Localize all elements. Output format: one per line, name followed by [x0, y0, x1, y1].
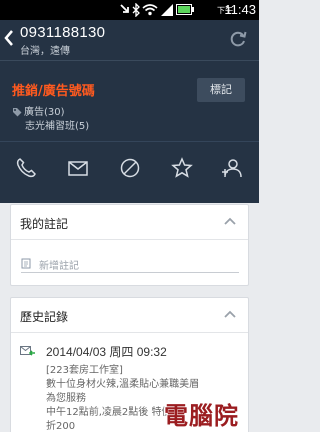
- message-icon[interactable]: [67, 157, 89, 179]
- mark-button[interactable]: 標記: [197, 78, 245, 102]
- battery-icon: [176, 4, 194, 15]
- notes-card-divider: [11, 239, 248, 240]
- bluetooth-icon: [132, 3, 140, 17]
- history-card-divider: [11, 332, 248, 333]
- history-date: 2014/04/03 周四 09:32: [46, 345, 167, 359]
- tag-main: 廣告(30): [12, 103, 65, 118]
- tag-icon: [13, 108, 22, 117]
- notes-card: 我的註記 新增註記: [10, 204, 249, 286]
- tag-sub-label: 志光補習班(5): [25, 121, 90, 132]
- history-line: 折200: [46, 421, 76, 432]
- missed-call-icon: [120, 4, 129, 13]
- actions-divider: [0, 141, 259, 142]
- history-line: 為您服務: [46, 393, 86, 404]
- history-line: 數十位身材火辣,溫柔貼心兼職美眉: [46, 379, 200, 390]
- history-card-title: 歷史記錄: [20, 310, 69, 324]
- phone-number: 0931188130: [20, 24, 106, 41]
- status-bar: 下午 11:43: [0, 0, 259, 20]
- note-input[interactable]: 新增註記: [21, 255, 239, 273]
- refresh-icon[interactable]: [229, 30, 247, 48]
- pencil-icon: [21, 258, 31, 269]
- clock: 11:43: [224, 2, 256, 17]
- header-divider: [0, 60, 259, 61]
- watermark-logo: 電腦院: [164, 402, 239, 430]
- spam-category-label: 推銷/廣告號碼: [12, 84, 95, 99]
- sms-received-icon: [20, 346, 35, 356]
- favorite-icon[interactable]: [171, 157, 193, 179]
- block-icon[interactable]: [119, 157, 141, 179]
- call-icon[interactable]: [15, 157, 37, 179]
- back-arrow-icon[interactable]: [4, 30, 14, 46]
- note-placeholder: 新增註記: [39, 261, 79, 272]
- history-line: [223套房工作室]: [46, 365, 123, 376]
- chevron-up-icon[interactable]: [224, 310, 236, 318]
- history-line: 中午12點前,凌晨2點後 特價: [46, 407, 172, 418]
- caller-header: 0931188130 台灣，遠傳 推銷/廣告號碼 標記 廣告(30) 志光補習班…: [0, 20, 259, 203]
- carrier-location: 台灣，遠傳: [20, 46, 70, 57]
- notes-card-title: 我的註記: [20, 217, 69, 231]
- signal-icon: [161, 4, 173, 16]
- chevron-up-icon[interactable]: [224, 217, 236, 225]
- wifi-icon: [142, 4, 158, 16]
- add-contact-icon[interactable]: [222, 157, 244, 179]
